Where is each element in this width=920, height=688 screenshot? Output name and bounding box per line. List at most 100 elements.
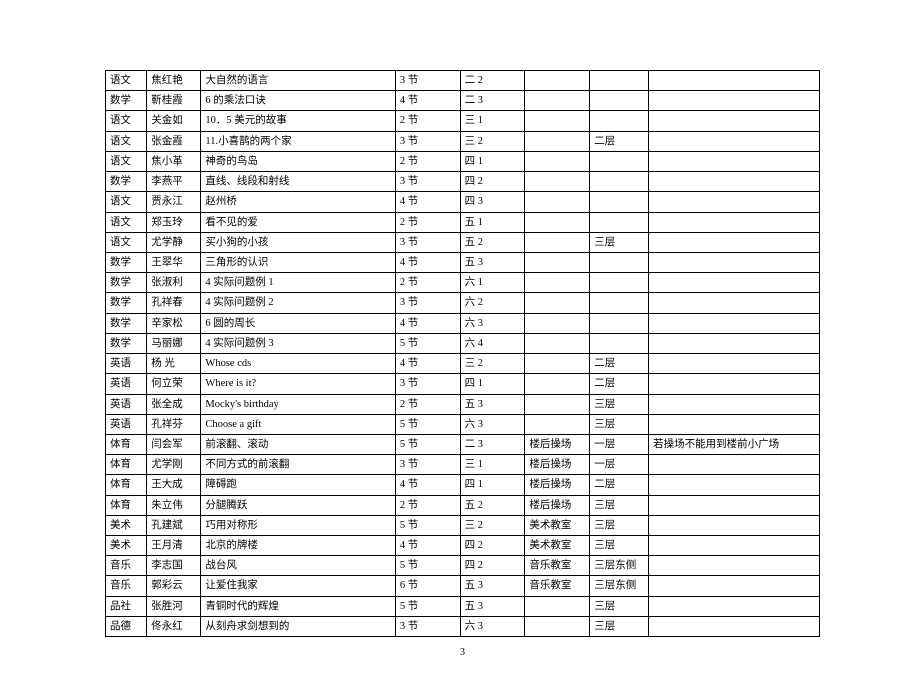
cell-topic: 10．5 美元的故事 [201,111,395,131]
cell-subject: 数学 [106,313,147,333]
cell-period: 6 节 [395,576,460,596]
cell-venue [525,71,590,91]
cell-period: 3 节 [395,131,460,151]
cell-topic: 不同方式的前滚翻 [201,455,395,475]
cell-class: 五 3 [460,394,525,414]
cell-floor [590,71,649,91]
cell-topic: 障碍跑 [201,475,395,495]
table-row: 美术王月清北京的牌楼4 节四 2美术教室三层 [106,536,820,556]
cell-teacher: 杨 光 [147,354,201,374]
cell-class: 四 1 [460,151,525,171]
cell-class: 二 3 [460,91,525,111]
cell-topic: Choose a gift [201,414,395,434]
cell-teacher: 王翠华 [147,252,201,272]
cell-teacher: 焦小革 [147,151,201,171]
cell-topic: 4 实际问题例 3 [201,333,395,353]
cell-subject: 数学 [106,252,147,272]
cell-subject: 英语 [106,414,147,434]
cell-teacher: 闫会军 [147,434,201,454]
cell-note [649,111,820,131]
cell-venue: 美术教室 [525,515,590,535]
cell-period: 4 节 [395,192,460,212]
cell-note [649,91,820,111]
cell-period: 2 节 [395,495,460,515]
cell-period: 5 节 [395,333,460,353]
cell-note [649,273,820,293]
table-row: 语文焦小革神奇的鸟岛2 节四 1 [106,151,820,171]
cell-floor: 一层 [590,455,649,475]
cell-period: 5 节 [395,596,460,616]
cell-note [649,354,820,374]
cell-period: 3 节 [395,293,460,313]
cell-venue [525,252,590,272]
cell-topic: 从刻舟求剑想到的 [201,616,395,636]
cell-subject: 数学 [106,273,147,293]
cell-subject: 体育 [106,475,147,495]
cell-subject: 音乐 [106,556,147,576]
cell-note [649,192,820,212]
cell-period: 2 节 [395,212,460,232]
cell-class: 四 1 [460,374,525,394]
cell-period: 5 节 [395,515,460,535]
cell-teacher: 焦红艳 [147,71,201,91]
cell-topic: 北京的牌楼 [201,536,395,556]
cell-topic: 青铜时代的辉煌 [201,596,395,616]
cell-period: 2 节 [395,394,460,414]
cell-period: 3 节 [395,616,460,636]
cell-venue [525,293,590,313]
cell-floor: 三层 [590,616,649,636]
cell-note [649,576,820,596]
table-row: 音乐李志国战台风5 节四 2音乐教室三层东侧 [106,556,820,576]
cell-class: 三 2 [460,354,525,374]
cell-floor: 三层东侧 [590,556,649,576]
cell-period: 4 节 [395,313,460,333]
cell-teacher: 贾永江 [147,192,201,212]
cell-note [649,131,820,151]
table-row: 英语杨 光Whose cds4 节三 2二层 [106,354,820,374]
cell-note [649,313,820,333]
cell-venue [525,172,590,192]
table-row: 英语何立荣Where is it?3 节四 1二层 [106,374,820,394]
cell-floor [590,192,649,212]
cell-venue [525,596,590,616]
cell-floor: 三层 [590,536,649,556]
cell-subject: 体育 [106,455,147,475]
cell-period: 4 节 [395,91,460,111]
cell-period: 4 节 [395,475,460,495]
cell-subject: 体育 [106,495,147,515]
cell-venue [525,232,590,252]
cell-venue [525,273,590,293]
cell-venue: 楼后操场 [525,455,590,475]
table-row: 品德佟永红从刻舟求剑想到的3 节六 3三层 [106,616,820,636]
table-row: 语文尤学静买小狗的小孩3 节五 2三层 [106,232,820,252]
cell-note [649,71,820,91]
cell-topic: 6 的乘法口诀 [201,91,395,111]
cell-teacher: 靳桂霞 [147,91,201,111]
cell-floor: 二层 [590,131,649,151]
cell-period: 3 节 [395,455,460,475]
cell-note [649,252,820,272]
cell-subject: 数学 [106,172,147,192]
cell-teacher: 辛家松 [147,313,201,333]
cell-class: 三 2 [460,131,525,151]
cell-subject: 语文 [106,71,147,91]
cell-subject: 体育 [106,434,147,454]
cell-venue [525,313,590,333]
cell-teacher: 孔建斌 [147,515,201,535]
cell-floor: 一层 [590,434,649,454]
cell-period: 5 节 [395,556,460,576]
cell-floor [590,91,649,111]
cell-period: 5 节 [395,414,460,434]
cell-note [649,616,820,636]
cell-venue: 楼后操场 [525,434,590,454]
cell-floor: 二层 [590,475,649,495]
cell-subject: 美术 [106,536,147,556]
cell-topic: 6 圆的周长 [201,313,395,333]
cell-topic: 大自然的语言 [201,71,395,91]
cell-floor: 三层 [590,232,649,252]
cell-floor: 二层 [590,354,649,374]
table-row: 语文张金霞11.小喜鹊的两个家3 节三 2二层 [106,131,820,151]
cell-venue [525,91,590,111]
cell-class: 六 3 [460,414,525,434]
cell-topic: Where is it? [201,374,395,394]
